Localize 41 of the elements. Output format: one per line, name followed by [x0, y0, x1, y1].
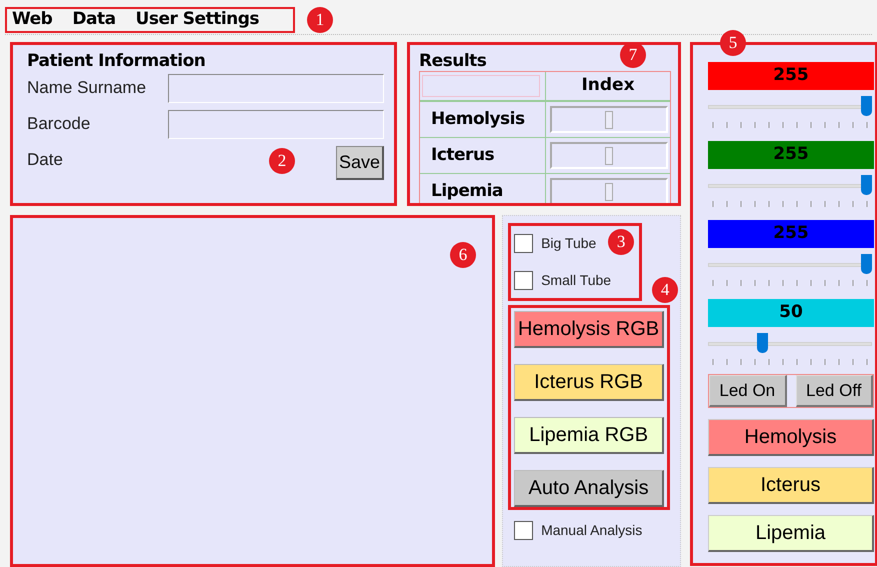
callout-badge: 4: [652, 277, 678, 303]
callout-badge: 7: [620, 45, 646, 68]
row-label: Icterus: [431, 144, 494, 167]
checkbox-label: Manual Analysis: [541, 521, 642, 540]
checkbox-label: Big Tube: [541, 234, 596, 253]
callout-badge: 2: [269, 148, 295, 174]
rgb-button[interactable]: Auto Analysis: [514, 470, 664, 507]
checkbox[interactable]: [514, 271, 534, 290]
result-button[interactable]: Lipemia: [708, 515, 874, 552]
color-value-bar: 255: [708, 62, 874, 90]
callout-badge: 6: [450, 242, 476, 268]
color-value-bar: 255: [708, 141, 874, 169]
rgb-button[interactable]: Hemolysis RGB: [514, 311, 664, 348]
checkbox[interactable]: [514, 234, 534, 253]
menu-item[interactable]: User Settings: [136, 7, 260, 33]
panel-title: Results: [419, 51, 486, 71]
callout-badge: 5: [720, 30, 746, 56]
text-field[interactable]: [168, 110, 384, 138]
menu-item[interactable]: Web: [12, 7, 52, 33]
save-button[interactable]: Save: [336, 146, 384, 180]
checkbox-label: Small Tube: [541, 271, 612, 290]
callout-badge: 3: [608, 229, 634, 255]
result-button[interactable]: Hemolysis: [708, 419, 874, 456]
result-button[interactable]: Icterus: [708, 467, 874, 504]
checkbox[interactable]: [514, 521, 534, 540]
row-label: Hemolysis: [431, 108, 525, 131]
callout-badge: 1: [307, 7, 333, 33]
field-label: Barcode: [27, 113, 92, 136]
panel-title: Patient Information: [27, 51, 206, 71]
field-label: Date: [27, 149, 64, 172]
color-value-bar: 255: [708, 220, 874, 248]
row-label: Lipemia: [431, 180, 503, 203]
color-value-bar: 50: [708, 299, 874, 327]
field-label: Name Surname: [27, 77, 148, 100]
led-button[interactable]: Led On: [709, 375, 786, 407]
column-header: Index: [580, 74, 636, 98]
menu-item[interactable]: Data: [72, 7, 116, 33]
rgb-button[interactable]: Icterus RGB: [514, 364, 664, 401]
text-field[interactable]: [168, 74, 384, 102]
rgb-button[interactable]: Lipemia RGB: [514, 417, 664, 454]
led-button[interactable]: Led Off: [796, 375, 873, 407]
